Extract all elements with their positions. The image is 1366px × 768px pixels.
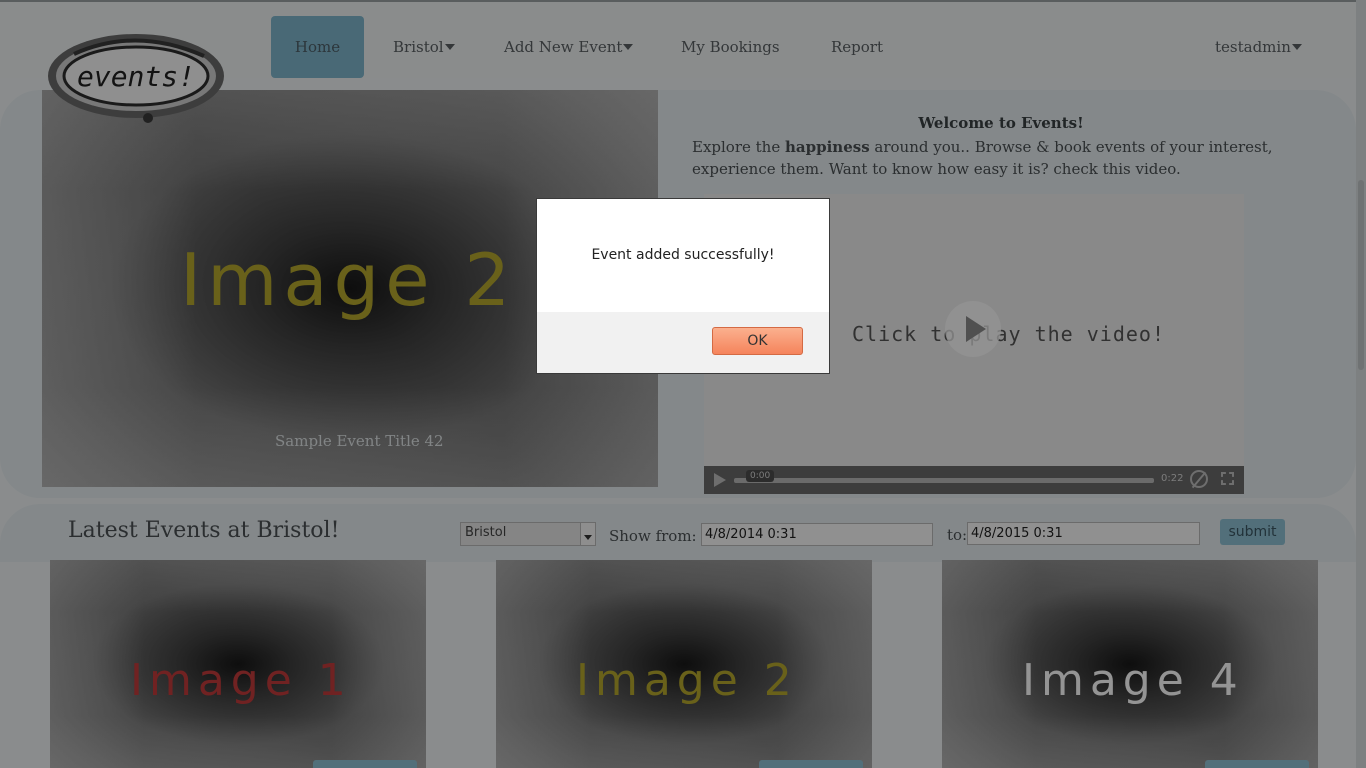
alert-dialog: Event added successfully! OK [536,198,830,374]
ok-button[interactable]: OK [712,327,803,355]
alert-footer: OK [537,312,829,373]
modal-overlay [0,0,1366,768]
alert-message: Event added successfully! [591,247,775,263]
